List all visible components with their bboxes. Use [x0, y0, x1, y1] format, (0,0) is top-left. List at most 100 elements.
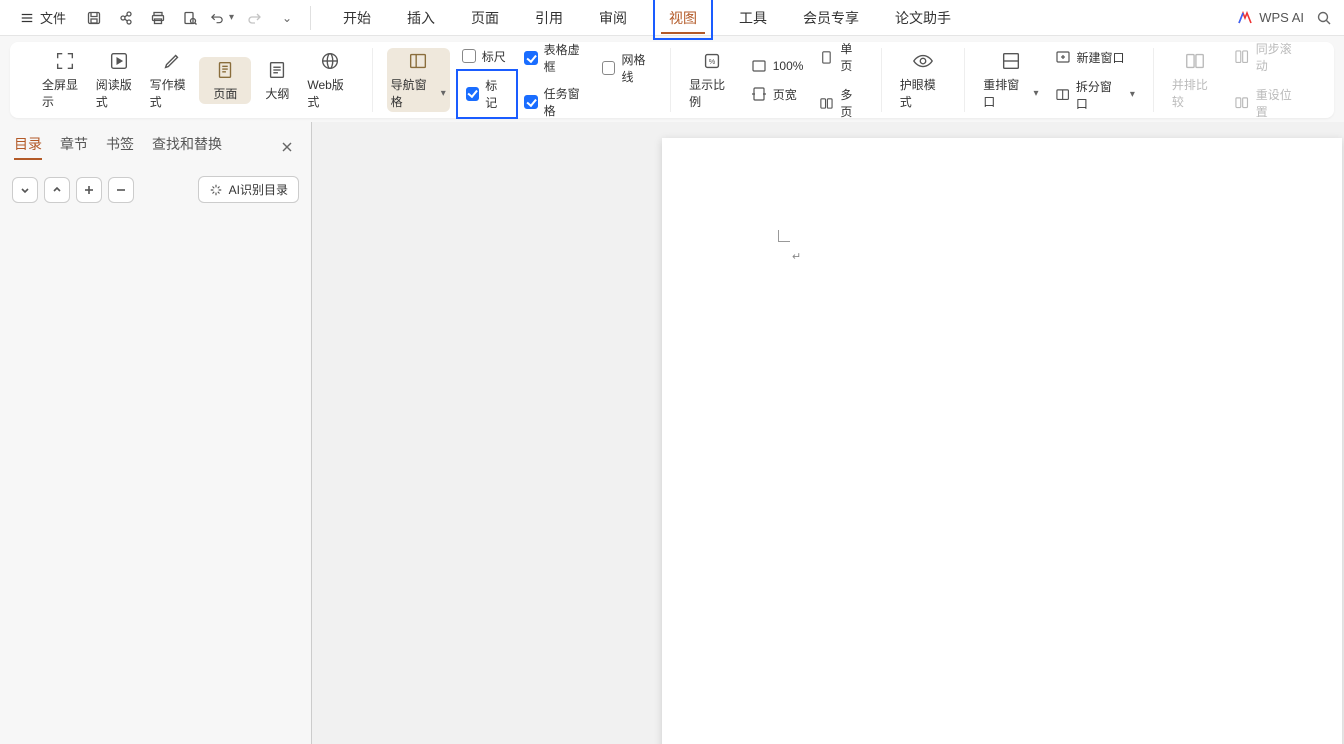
search-icon[interactable]	[1316, 10, 1332, 26]
fullscreen-button[interactable]: 全屏显示	[38, 48, 92, 112]
zoom-ratio-button[interactable]: % 显示比例	[685, 48, 739, 112]
sidepanel-close-button[interactable]	[277, 137, 297, 157]
fullscreen-label: 全屏显示	[42, 76, 88, 110]
sync-scroll-icon	[1234, 49, 1249, 64]
zoom-100-button[interactable]: 100%	[747, 56, 808, 76]
print-icon	[150, 10, 166, 26]
sidepanel-tabs: 目录 章节 书签 查找和替换	[0, 122, 311, 166]
save-icon	[86, 10, 102, 26]
add-level-button[interactable]	[76, 177, 102, 203]
multi-page-label: 多页	[840, 86, 862, 120]
new-window-label: 新建窗口	[1077, 49, 1125, 66]
pen-icon	[161, 50, 183, 72]
ruler-label: 标尺	[482, 48, 506, 65]
print-preview-button[interactable]	[178, 6, 202, 30]
menu-tabs: 开始 插入 页面 引用 审阅 视图 工具 会员专享 论文助手	[339, 2, 1221, 34]
outline-view-button[interactable]: 大纲	[251, 57, 303, 104]
chevron-down-icon: ▾	[1034, 88, 1039, 99]
tab-page[interactable]: 页面	[467, 2, 503, 34]
tab-insert[interactable]: 插入	[403, 2, 439, 34]
preview-icon	[182, 10, 198, 26]
print-button[interactable]	[146, 6, 170, 30]
multi-page-button[interactable]: 多页	[815, 84, 866, 122]
minus-icon	[115, 184, 127, 196]
expand-button[interactable]	[12, 177, 38, 203]
sidepanel-tab-find-replace[interactable]: 查找和替换	[152, 134, 222, 160]
new-window-button[interactable]: 新建窗口	[1051, 47, 1139, 68]
page-width-label: 页宽	[773, 86, 797, 103]
tab-tools[interactable]: 工具	[735, 2, 771, 34]
single-page-icon	[819, 50, 834, 65]
close-icon	[281, 141, 293, 153]
task-pane-label: 任务窗格	[544, 85, 590, 119]
eye-care-button[interactable]: 护眼模式	[896, 48, 950, 112]
single-page-button[interactable]: 单页	[815, 38, 866, 76]
share-button[interactable]	[114, 6, 138, 30]
play-page-icon	[108, 50, 130, 72]
undo-button[interactable]: ▾	[210, 6, 234, 30]
paragraph-mark-icon: ↵	[792, 250, 801, 263]
tab-view[interactable]: 视图	[659, 2, 707, 34]
share-icon	[118, 10, 134, 26]
redo-button[interactable]	[242, 6, 266, 30]
checkbox-icon	[602, 61, 616, 75]
sidepanel-tab-chapters[interactable]: 章节	[60, 134, 88, 160]
sidepanel-tab-toc[interactable]: 目录	[14, 134, 42, 160]
show-checkboxes-col1: 标尺 标记	[462, 48, 512, 113]
document-canvas[interactable]: ↵	[312, 122, 1344, 744]
chevron-down-icon: ▾	[1130, 89, 1135, 100]
chevron-down-icon[interactable]: ▾	[229, 12, 234, 23]
web-layout-button[interactable]: Web版式	[303, 48, 357, 112]
side-by-side-button: 并排比较	[1168, 48, 1223, 112]
grid-checkbox[interactable]: 网格线	[602, 51, 656, 85]
outline-icon	[266, 59, 288, 81]
nav-pane-label-text: 导航窗格	[391, 76, 437, 110]
checkbox-icon	[462, 49, 476, 63]
reading-label: 阅读版式	[96, 76, 142, 110]
side-by-side-label: 并排比较	[1172, 76, 1219, 110]
task-pane-checkbox[interactable]: 任务窗格	[524, 85, 590, 119]
nav-pane-icon	[407, 50, 429, 72]
document-page[interactable]: ↵	[662, 138, 1342, 744]
ai-recognize-toc-button[interactable]: AI识别目录	[198, 176, 299, 203]
tab-start[interactable]: 开始	[339, 2, 375, 34]
fullscreen-icon	[54, 50, 76, 72]
save-button[interactable]	[82, 6, 106, 30]
file-menu-button[interactable]: 文件	[12, 4, 74, 31]
ribbon-group-viewmodes: 全屏显示 阅读版式 写作模式 页面 大纲 Web版式	[24, 48, 373, 112]
nav-pane-button[interactable]: 导航窗格▾	[387, 48, 450, 112]
arrange-windows-button[interactable]: 重排窗口▾	[979, 48, 1042, 112]
zoom-ratio-label: 显示比例	[689, 76, 735, 110]
tab-review[interactable]: 审阅	[595, 2, 631, 34]
redo-icon	[246, 10, 262, 26]
sparkle-icon	[209, 183, 223, 197]
show-checkboxes-col3: 网格线	[602, 51, 656, 109]
zoom-small-col1: 100% 页宽	[747, 56, 808, 105]
collapse-button[interactable]	[44, 177, 70, 203]
ruler-checkbox[interactable]: 标尺	[462, 48, 512, 65]
tab-thesis[interactable]: 论文助手	[891, 2, 955, 34]
hamburger-icon	[20, 11, 34, 25]
wps-ai-button[interactable]: WPS AI	[1237, 10, 1304, 26]
zoom-100-label: 100%	[773, 59, 804, 73]
ribbon-view: 全屏显示 阅读版式 写作模式 页面 大纲 Web版式 导航窗格▾ 标尺	[10, 42, 1334, 118]
more-quick-access-button[interactable]: ⌄	[274, 6, 298, 30]
page-width-button[interactable]: 页宽	[747, 84, 808, 105]
page-view-button[interactable]: 页面	[199, 57, 251, 104]
tab-reference[interactable]: 引用	[531, 2, 567, 34]
reading-layout-button[interactable]: 阅读版式	[92, 48, 146, 112]
outline-label: 大纲	[265, 85, 289, 102]
sidepanel-tab-bookmarks[interactable]: 书签	[106, 134, 134, 160]
reset-position-button: 重设位置	[1230, 84, 1306, 122]
split-icon	[1055, 87, 1070, 102]
grid-label: 网格线	[621, 51, 656, 85]
split-window-button[interactable]: 拆分窗口▾	[1051, 76, 1139, 114]
sync-scroll-label: 同步滚动	[1256, 40, 1302, 74]
writing-mode-button[interactable]: 写作模式	[146, 48, 200, 112]
undo-icon	[210, 10, 225, 26]
marks-checkbox[interactable]: 标记	[462, 75, 512, 113]
ribbon-group-eyecare: 护眼模式	[882, 48, 965, 112]
remove-level-button[interactable]	[108, 177, 134, 203]
table-frame-checkbox[interactable]: 表格虚框	[524, 41, 590, 75]
tab-member[interactable]: 会员专享	[799, 2, 863, 34]
